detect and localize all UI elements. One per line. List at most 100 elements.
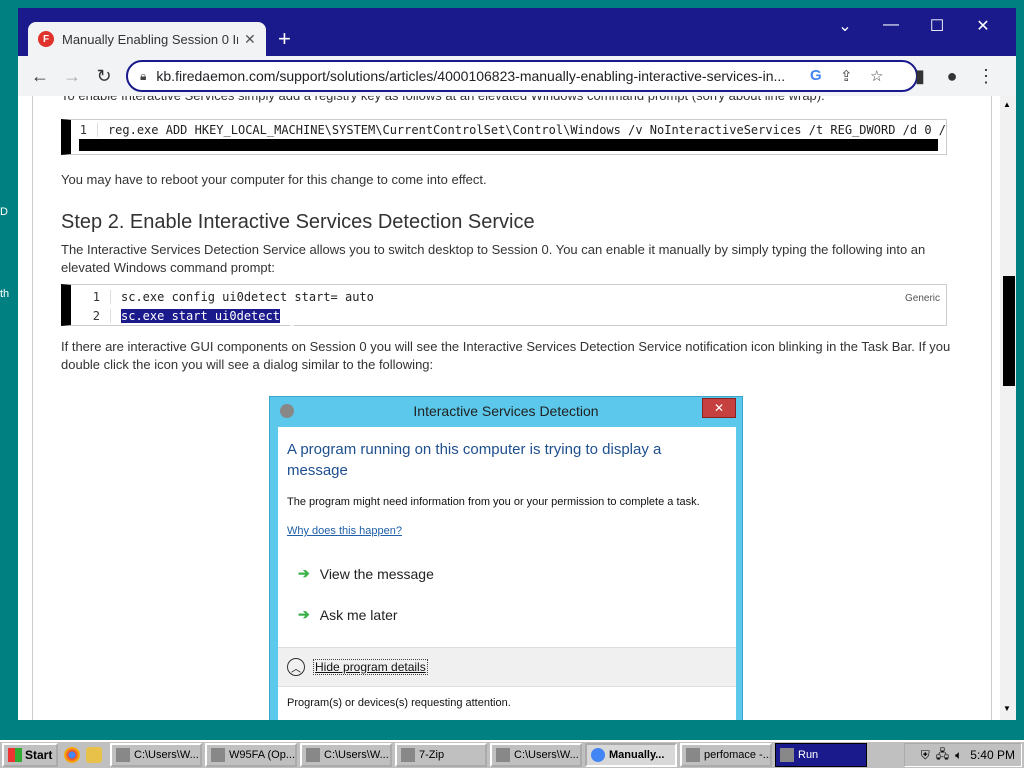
window-icon <box>686 748 700 762</box>
taskbar-item[interactable]: perfomace -... <box>680 743 772 767</box>
taskbar-item[interactable]: C:\Users\W... <box>110 743 202 767</box>
maximize-button[interactable]: ☐ <box>922 16 952 36</box>
step2-text: The Interactive Services Detection Servi… <box>61 242 926 275</box>
dialog-help-link: Why does this happen? <box>287 525 402 537</box>
run-icon <box>780 748 794 762</box>
tab-title: Manually Enabling Session 0 Inte <box>62 31 238 47</box>
scroll-thumb[interactable] <box>1003 276 1015 386</box>
network-icon[interactable]: 🖧︎ <box>936 745 949 766</box>
side-panel-icon[interactable]: ▮ <box>908 64 932 88</box>
code-language-label: Generic <box>904 293 940 304</box>
code-line: 1 reg.exe ADD HKEY_LOCAL_MACHINE\SYSTEM\… <box>71 120 946 139</box>
system-tray: ⛨ 🖧︎ 🔈︎ 5:40 PM <box>904 743 1022 767</box>
bookmark-star-icon[interactable]: ☆ <box>870 67 883 85</box>
dialog-title: Interactive Services Detection <box>413 403 599 419</box>
chevron-up-icon: ︿ <box>287 658 305 676</box>
forward-button[interactable]: → <box>60 64 84 88</box>
sevenzip-icon <box>116 748 130 762</box>
code-block-registry: 1 reg.exe ADD HKEY_LOCAL_MACHINE\SYSTEM\… <box>61 119 947 155</box>
scroll-up-icon[interactable]: ▲ <box>1003 100 1011 109</box>
code-line: 1 sc.exe config ui0detect start= auto <box>71 287 946 306</box>
sevenzip-icon <box>401 748 415 762</box>
start-label: Start <box>25 748 53 762</box>
code-text-wrapper: sc.exe start ui0detect <box>111 308 280 323</box>
desktop-fragment-th: th <box>0 288 10 300</box>
dialog-footer: Program(s) or devices(s) requesting atte… <box>287 697 511 709</box>
code-text: reg.exe ADD HKEY_LOCAL_MACHINE\SYSTEM\Cu… <box>107 122 946 137</box>
desktop-fragment-d: D <box>0 206 8 218</box>
taskbar-item-label: Manually... <box>609 749 665 761</box>
code-text: sc.exe config ui0detect start= auto <box>121 289 374 304</box>
taskbar-item-active[interactable]: Manually... <box>585 743 677 767</box>
sevenzip-icon <box>496 748 510 762</box>
share-icon[interactable]: ⇪ <box>840 67 853 85</box>
green-arrow-icon: ➔ <box>298 606 310 622</box>
line-number: 2 <box>71 308 111 323</box>
firedaemon-favicon-icon: F <box>38 31 54 47</box>
taskbar-item-label: Run <box>798 749 819 761</box>
lock-icon: 🔒︎ <box>140 68 147 83</box>
google-icon[interactable]: G <box>810 67 822 84</box>
dialog-screenshot: Interactive Services Detection ✕ A progr… <box>269 396 743 720</box>
taskbar-item-label: perfomace -... <box>704 749 772 761</box>
code-horizontal-scrollbar[interactable] <box>79 139 938 151</box>
scroll-down-icon[interactable]: ▼ <box>1003 704 1011 713</box>
taskbar-item-label: C:\Users\W... <box>134 749 199 761</box>
sevenzip-icon <box>306 748 320 762</box>
reload-button[interactable]: ↻ <box>92 64 116 88</box>
article-page: To enable Interactive Services simply ad… <box>32 96 992 720</box>
line-number: 1 <box>71 289 111 304</box>
chrome-quicklaunch-icon[interactable] <box>64 747 80 763</box>
taskbar-item-label: C:\Users\W... <box>324 749 389 761</box>
after-code-text: If there are interactive GUI components … <box>61 339 951 372</box>
tab-search-icon[interactable]: ⌄ <box>830 16 860 36</box>
dialog-heading: A program running on this computer is tr… <box>287 441 662 479</box>
code-block-generic: Generic 1 sc.exe config ui0detect start=… <box>61 284 947 326</box>
tab-close-icon[interactable]: ✕ <box>244 31 256 48</box>
dialog-option-later: ➔ Ask me later <box>298 606 398 623</box>
clock[interactable]: 5:40 PM <box>970 748 1015 762</box>
taskbar-item[interactable]: W95FA (Op... <box>205 743 297 767</box>
dialog-body: A program running on this computer is tr… <box>278 427 736 720</box>
browser-window: F Manually Enabling Session 0 Inte ✕ + ⌄… <box>18 8 1016 720</box>
taskbar-item-run[interactable]: Run <box>775 743 867 767</box>
code-line-selected: 2 sc.exe start ui0detect <box>71 306 946 325</box>
taskbar: Start C:\Users\W... W95FA (Op... C:\User… <box>0 740 1024 768</box>
folder-quicklaunch-icon[interactable] <box>86 747 102 763</box>
line-number: 1 <box>71 122 98 137</box>
windows-flag-icon <box>8 748 22 762</box>
green-arrow-icon: ➔ <box>298 565 310 581</box>
option-label: Ask me later <box>319 606 398 623</box>
page-vertical-scrollbar[interactable]: ▲ ▼ <box>1000 96 1016 720</box>
step2-heading: Step 2. Enable Interactive Services Dete… <box>61 211 535 233</box>
details-label: Hide program details <box>313 659 428 675</box>
address-bar[interactable]: 🔒︎ kb.firedaemon.com/support/solutions/a… <box>126 60 918 92</box>
url-text: kb.firedaemon.com/support/solutions/arti… <box>156 68 786 84</box>
new-tab-button[interactable]: + <box>278 28 291 50</box>
reboot-note: You may have to reboot your computer for… <box>61 172 487 187</box>
option-label: View the message <box>319 565 434 582</box>
selected-code-text: sc.exe start ui0detect <box>121 308 280 323</box>
page-viewport: To enable Interactive Services simply ad… <box>18 96 1016 720</box>
dialog-close-icon: ✕ <box>702 398 736 418</box>
back-button[interactable]: ← <box>28 64 52 88</box>
taskbar-item[interactable]: C:\Users\W... <box>300 743 392 767</box>
dialog-details-toggle: ︿ Hide program details <box>278 647 736 687</box>
dialog-text: The program might need information from … <box>287 496 700 508</box>
taskbar-item-label: W95FA (Op... <box>229 749 296 761</box>
taskbar-item[interactable]: C:\Users\W... <box>490 743 582 767</box>
browser-titlebar: F Manually Enabling Session 0 Inte ✕ + ⌄… <box>18 8 1016 56</box>
tab-active[interactable]: F Manually Enabling Session 0 Inte ✕ <box>28 22 266 56</box>
taskbar-item-label: C:\Users\W... <box>514 749 579 761</box>
taskbar-item[interactable]: 7-Zip <box>395 743 487 767</box>
taskbar-item-label: 7-Zip <box>419 749 445 761</box>
menu-kebab-icon[interactable]: ⋮ <box>974 64 998 88</box>
profile-avatar[interactable]: ● <box>940 64 964 88</box>
start-button[interactable]: Start <box>2 743 58 767</box>
intro-text: To enable Interactive Services simply ad… <box>61 96 951 105</box>
shield-icon[interactable]: ⛨ <box>921 748 930 763</box>
minimize-button[interactable]: — <box>876 16 906 34</box>
volume-icon[interactable]: 🔈︎ <box>955 748 962 763</box>
close-window-button[interactable]: ✕ <box>968 16 998 36</box>
browser-toolbar: ← → ↻ 🔒︎ kb.firedaemon.com/support/solut… <box>18 56 1016 96</box>
